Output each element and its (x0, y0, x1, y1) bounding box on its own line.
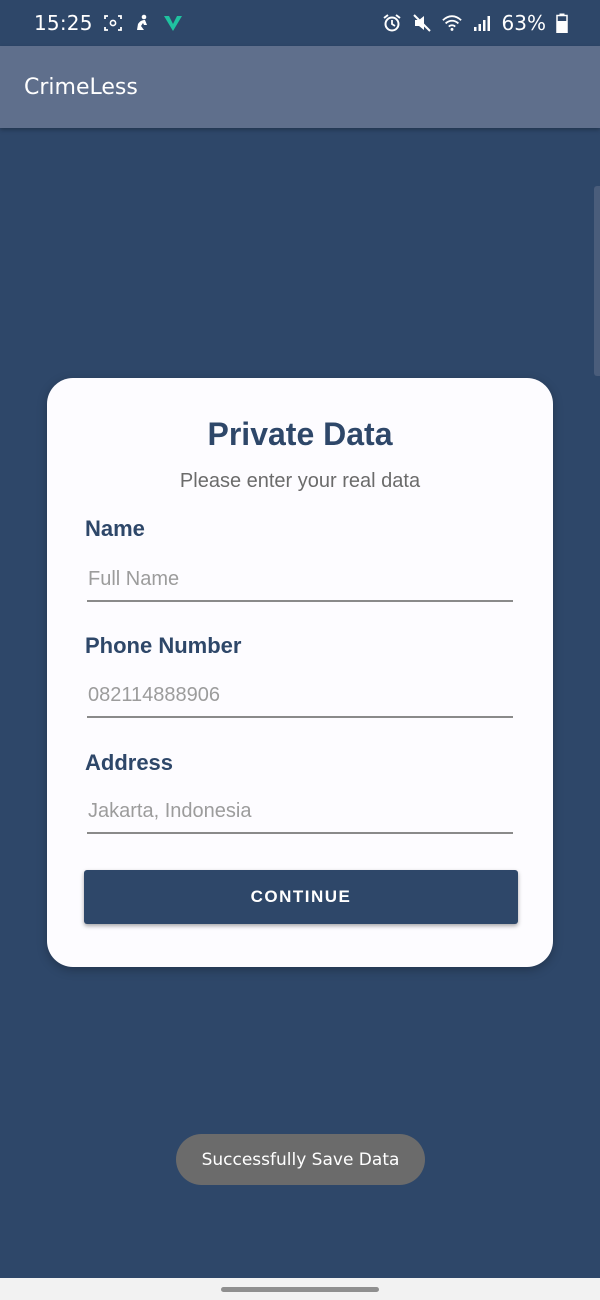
status-time: 15:25 (34, 11, 93, 35)
toast-text: Successfully Save Data (201, 1149, 400, 1170)
name-input[interactable] (87, 562, 513, 602)
phone-number-label: Phone Number (85, 633, 242, 658)
navigation-bar (0, 1278, 600, 1300)
continue-button[interactable]: CONTINUE (84, 870, 518, 924)
status-bar: 15:25 63% (0, 0, 600, 46)
card-subtitle: Please enter your real data (179, 470, 421, 492)
status-left: 15:25 (34, 11, 183, 35)
screen-record-icon (103, 15, 122, 31)
battery-percentage: 63% (501, 11, 546, 35)
scroll-indicator[interactable] (594, 186, 600, 376)
signal-icon (473, 16, 490, 31)
mute-icon (412, 14, 431, 32)
card-title: Private Data (207, 416, 393, 452)
status-right: 63% (382, 11, 568, 35)
phone-number-input[interactable] (87, 678, 513, 718)
app-bar: CrimeLess (0, 46, 600, 128)
wifi-icon (441, 15, 462, 31)
app-notification-icon (163, 16, 182, 31)
name-label: Name (85, 516, 145, 541)
home-gesture-handle[interactable] (221, 1287, 379, 1292)
fitness-icon (136, 14, 147, 30)
private-data-card: Private Data Please enter your real data… (47, 378, 553, 967)
app-title: CrimeLess (24, 74, 138, 100)
address-input[interactable] (87, 794, 513, 834)
battery-icon (556, 13, 568, 33)
toast-message: Successfully Save Data (176, 1134, 425, 1185)
alarm-icon (382, 14, 401, 32)
address-label: Address (85, 750, 174, 775)
